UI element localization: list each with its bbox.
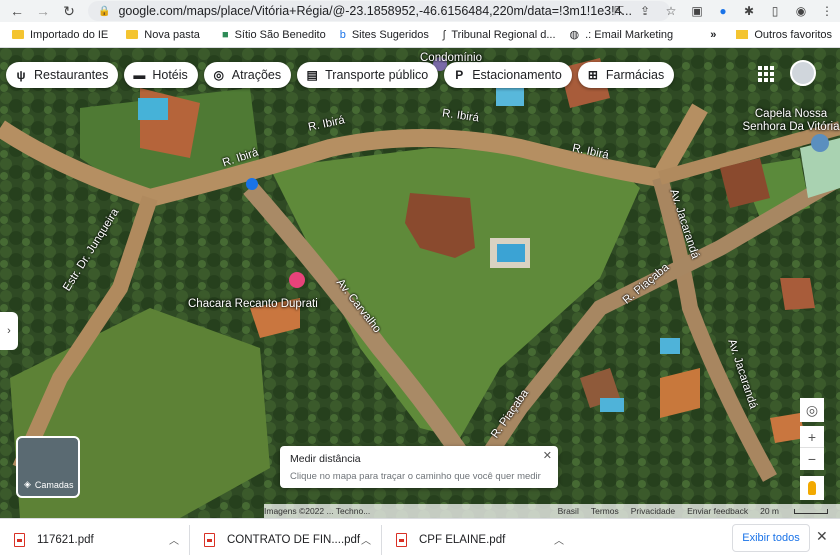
feedback-link[interactable]: Enviar feedback: [687, 506, 748, 516]
terms-link[interactable]: Termos: [591, 506, 619, 516]
forward-icon[interactable]: →: [32, 0, 54, 22]
menu-icon[interactable]: ⋮: [814, 4, 840, 18]
folder-icon: [736, 30, 749, 39]
bookmark-item[interactable]: Nova pasta: [126, 29, 200, 41]
bus-icon: ▤: [306, 68, 318, 82]
chip-pharmacies[interactable]: ⊞ Farmácias: [577, 62, 675, 88]
place-label[interactable]: Condomínio: [420, 52, 482, 64]
bookmark-item[interactable]: b Sites Sugeridos: [340, 29, 429, 41]
toolbar-icons: ⇱ ⇪ ☆ ▣ ● ✱ ▯ ◉ ⋮: [606, 0, 840, 22]
chip-parking[interactable]: P Estacionamento: [444, 62, 572, 88]
street-view-pegman-icon[interactable]: [800, 476, 824, 500]
puzzle-icon[interactable]: ✱: [736, 4, 762, 18]
category-chips: ψ Restaurantes ▬ Hotéis ◎ Atrações ▤ Transpo…: [6, 62, 675, 88]
url-text: google.com/maps/place/Vitória+Régia/@-23…: [118, 4, 632, 18]
close-icon[interactable]: ✕: [816, 528, 828, 545]
extension-icon[interactable]: ▣: [684, 4, 710, 18]
more-bookmarks-button[interactable]: »: [710, 29, 716, 41]
satellite-map[interactable]: ψ Restaurantes ▬ Hotéis ◎ Atrações ▤ Transpo…: [0, 48, 840, 518]
bookmarks-bar: Importado do IE Nova pasta ■ Sítio São Be…: [0, 22, 840, 48]
zoom-out-button[interactable]: −: [800, 448, 824, 470]
map-attribution: Imagens ©2022 ... Techno... Brasil Termo…: [264, 504, 840, 518]
bookmarks-overflow: » Outros favoritos: [710, 29, 832, 41]
measure-distance-card: Medir distância Clique no mapa para traç…: [280, 446, 558, 488]
chip-restaurants[interactable]: ψ Restaurantes: [6, 62, 119, 88]
sidebar-icon[interactable]: ▯: [762, 4, 788, 18]
star-icon[interactable]: ☆: [658, 4, 684, 18]
lock-icon: 🔒: [98, 5, 111, 17]
downloads-bar: 117621.pdf ︿ CONTRATO DE FIN....pdf ︿ CP…: [0, 518, 840, 560]
download-item[interactable]: CONTRATO DE FIN....pdf ︿: [190, 524, 382, 555]
other-bookmarks-button[interactable]: Outros favoritos: [754, 29, 832, 41]
profile-extension-icon[interactable]: ●: [710, 4, 736, 18]
layers-icon: ◈: [24, 479, 31, 489]
measure-title: Medir distância: [290, 453, 361, 465]
download-item[interactable]: CPF ELAINE.pdf ︿: [382, 525, 574, 555]
profile-icon[interactable]: ◉: [788, 4, 814, 18]
chevron-up-icon[interactable]: ︿: [361, 532, 371, 547]
reload-icon[interactable]: ↻: [58, 0, 80, 22]
expand-panel-button[interactable]: ›: [0, 312, 18, 350]
scale-bar[interactable]: 20 m: [760, 506, 828, 516]
camera-icon: ◎: [213, 68, 225, 82]
chip-hotels[interactable]: ▬ Hotéis: [124, 62, 198, 88]
pharmacy-icon: ⊞: [587, 68, 598, 82]
bookmark-item[interactable]: ■ Sítio São Benedito: [222, 29, 326, 41]
close-icon[interactable]: ✕: [543, 449, 552, 462]
fork-knife-icon: ψ: [16, 68, 26, 82]
chevron-up-icon[interactable]: ︿: [169, 532, 179, 547]
back-icon[interactable]: ←: [6, 0, 28, 22]
show-all-downloads-button[interactable]: Exibir todos: [732, 524, 810, 552]
address-bar: ← → ↻ 🔒 google.com/maps/place/Vitória+Ré…: [0, 0, 840, 22]
layers-button[interactable]: ◈ Camadas: [16, 436, 80, 498]
bookmark-item[interactable]: ʃ Tribunal Regional d...: [443, 29, 556, 41]
pdf-icon: [396, 532, 407, 547]
share-icon[interactable]: ⇪: [632, 4, 658, 18]
url-field[interactable]: 🔒 google.com/maps/place/Vitória+Régia/@-…: [88, 1, 670, 21]
chip-attractions[interactable]: ◎ Atrações: [203, 62, 292, 88]
zoom-in-button[interactable]: +: [800, 426, 824, 448]
bookmark-item[interactable]: ◍.: Email Marketing: [569, 28, 674, 42]
place-label[interactable]: Chacara Recanto Duprati: [188, 298, 318, 311]
pdf-icon: [14, 532, 25, 547]
bookmark-item[interactable]: Importado do IE: [12, 29, 108, 41]
folder-icon: [126, 30, 139, 39]
download-item[interactable]: 117621.pdf ︿: [0, 524, 190, 555]
map-controls: ◎ + −: [800, 398, 824, 470]
open-in-app-icon[interactable]: ⇱: [606, 4, 632, 18]
place-label[interactable]: Capela Nossa Senhora Da Vitória: [742, 108, 840, 134]
my-location-icon[interactable]: ◎: [800, 398, 824, 422]
google-apps-icon[interactable]: [758, 66, 774, 82]
avatar[interactable]: [790, 60, 816, 86]
chip-transit[interactable]: ▤ Transporte público: [297, 62, 439, 88]
measure-hint: Clique no mapa para traçar o caminho que…: [290, 471, 541, 482]
chevron-up-icon[interactable]: ︿: [554, 532, 564, 547]
site-icon: ■: [221, 28, 229, 41]
pdf-icon: [204, 532, 215, 547]
site-icon: b: [339, 28, 346, 41]
country-label[interactable]: Brasil: [558, 506, 579, 516]
parking-icon: P: [455, 68, 464, 82]
bed-icon: ▬: [133, 68, 146, 82]
globe-icon: ◍: [569, 29, 580, 41]
folder-icon: [12, 30, 24, 39]
site-icon: ʃ: [442, 28, 446, 41]
privacy-link[interactable]: Privacidade: [631, 506, 675, 516]
